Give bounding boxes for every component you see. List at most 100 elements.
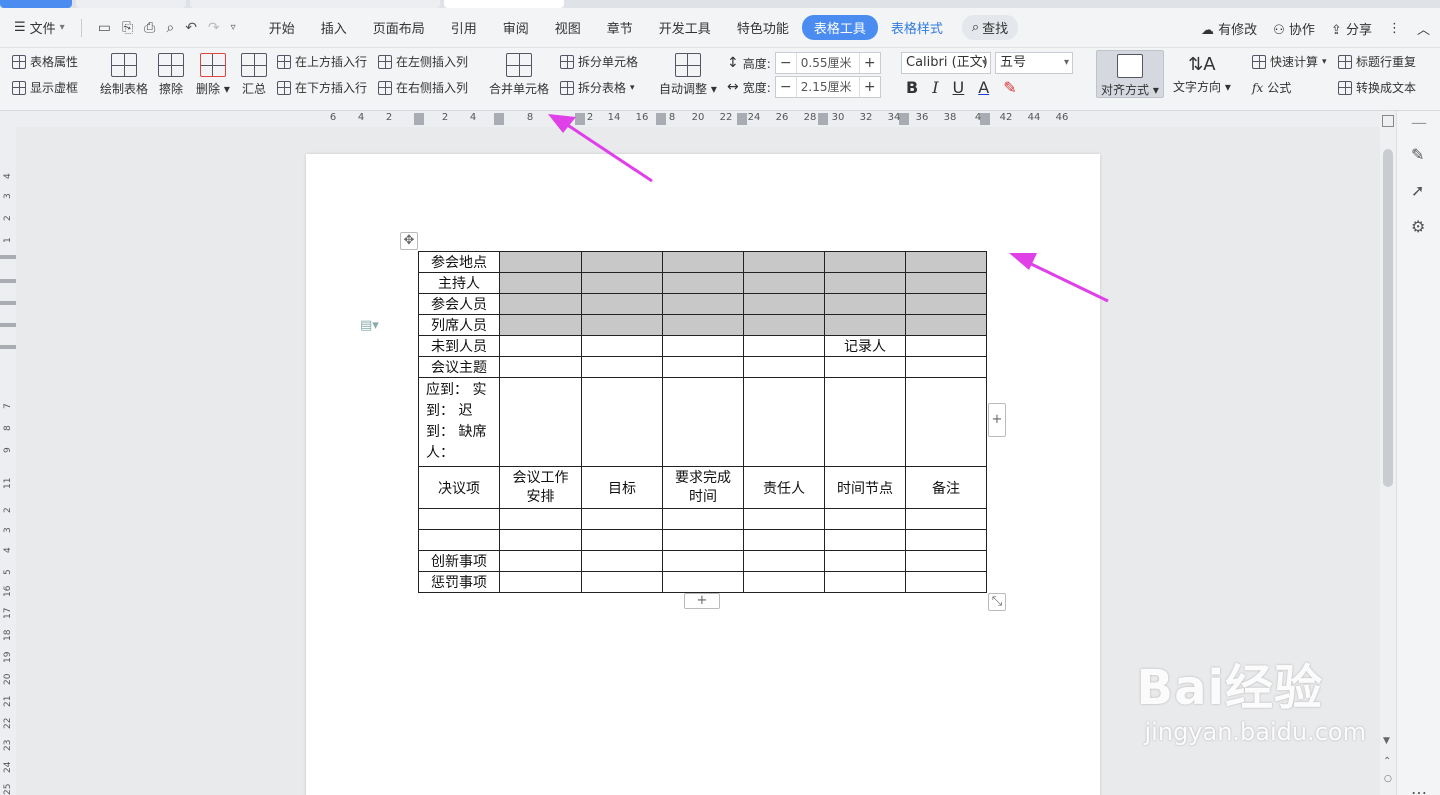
table-header-cell[interactable]: 时间节点 <box>824 466 906 509</box>
table-header-cell[interactable]: 要求完成时间 <box>662 466 744 509</box>
scroll-down-icon[interactable]: ▼ <box>1383 736 1390 746</box>
highlight-icon[interactable]: ✎ <box>1003 78 1016 97</box>
table-cell[interactable] <box>499 529 582 551</box>
file-menu[interactable]: ☰ 文件 ▾ <box>0 18 75 37</box>
col-width-value[interactable]: 2.15厘米 <box>795 77 860 97</box>
row-height-plus[interactable]: + <box>860 55 880 71</box>
table-cell[interactable] <box>499 251 582 273</box>
table-header-cell[interactable]: 会议工作安排 <box>499 466 582 509</box>
table-cell[interactable] <box>905 251 987 273</box>
table-cell[interactable]: 记录人 <box>824 335 906 357</box>
tab-references[interactable]: 引用 <box>438 18 490 37</box>
prev-page-icon[interactable]: ⌃ <box>1383 756 1391 767</box>
table-cell[interactable] <box>581 314 663 336</box>
modified-button[interactable]: ☁ 有修改 <box>1201 19 1257 38</box>
table-cell[interactable] <box>905 571 987 593</box>
tab-home[interactable]: 开始 <box>256 18 308 37</box>
table-cell[interactable] <box>743 571 825 593</box>
tab-section[interactable]: 章节 <box>594 18 646 37</box>
formula-button[interactable]: fx 公式 <box>1252 79 1291 96</box>
document-page[interactable]: ✥ ▤▾ 参会地点 主持人 参会人员 列席人员 未到人员 记录人 会议主题 应到… <box>306 154 1100 795</box>
undo-icon[interactable]: ↶ <box>185 20 197 36</box>
italic-icon[interactable]: I <box>932 78 938 97</box>
ruler-column-marker[interactable] <box>899 113 909 125</box>
scrollbar-thumb[interactable] <box>1383 149 1393 487</box>
split-cells-button[interactable]: 拆分单元格 <box>560 53 638 70</box>
ruler-column-marker[interactable] <box>414 113 424 125</box>
tab-page-layout[interactable]: 页面布局 <box>360 18 438 37</box>
quick-calc-button[interactable]: 快速计算 ▾ <box>1252 53 1327 70</box>
table-cell[interactable] <box>905 529 987 551</box>
split-table-button[interactable]: 拆分表格 ▾ <box>560 79 635 96</box>
tab-insert[interactable]: 插入 <box>308 18 360 37</box>
table-cell[interactable]: 未到人员 <box>418 335 500 357</box>
ruler-column-marker[interactable] <box>980 113 990 125</box>
table-cell[interactable]: 应到： 实到： 迟到： 缺席人： <box>418 377 500 467</box>
table-cell[interactable] <box>499 508 582 530</box>
vertical-ruler[interactable]: 43217891123451617181920212223242526 <box>0 127 16 795</box>
table-cell[interactable] <box>743 293 825 315</box>
ruler-column-marker[interactable] <box>818 113 828 125</box>
find-button[interactable]: ⌕ 查找 <box>961 15 1019 40</box>
insert-row-above-button[interactable]: 在上方插入行 <box>277 53 367 70</box>
table-cell[interactable] <box>824 571 906 593</box>
table-header-cell[interactable]: 决议项 <box>418 466 500 509</box>
font-color-icon[interactable]: A <box>978 78 989 97</box>
table-cell[interactable] <box>824 377 906 467</box>
tab-developer[interactable]: 开发工具 <box>646 18 724 37</box>
settings-sliders-icon[interactable]: ⚙ <box>1411 217 1425 236</box>
ruler-column-marker[interactable] <box>494 113 504 125</box>
table-cell[interactable]: 主持人 <box>418 272 500 294</box>
tab-review[interactable]: 审阅 <box>490 18 542 37</box>
merge-cells-button[interactable]: 合并单元格 <box>489 53 549 97</box>
print-preview-icon[interactable]: ⌕ <box>166 20 174 36</box>
tab-features[interactable]: 特色功能 <box>724 18 802 37</box>
table-properties-button[interactable]: 表格属性 <box>12 53 78 70</box>
collapse-ribbon-icon[interactable]: ︿ <box>1417 19 1430 38</box>
paragraph-icon[interactable]: ▤▾ <box>360 318 379 333</box>
customize-icon[interactable]: ▿ <box>231 22 236 33</box>
resize-table-handle[interactable]: ⤡ <box>988 593 1006 611</box>
table-cell[interactable] <box>743 508 825 530</box>
table-cell[interactable] <box>499 272 582 294</box>
table-cell[interactable] <box>499 314 582 336</box>
table-cell[interactable] <box>662 335 744 357</box>
row-height-minus[interactable]: − <box>776 55 796 71</box>
table-header-cell[interactable]: 目标 <box>581 466 663 509</box>
table-cell[interactable] <box>499 550 582 572</box>
ruler-column-marker[interactable] <box>575 113 585 125</box>
app-tab[interactable] <box>0 0 72 8</box>
table-cell[interactable] <box>905 293 987 315</box>
table-cell[interactable] <box>743 335 825 357</box>
table-cell[interactable] <box>824 356 906 378</box>
repeat-header-button[interactable]: 标题行重复 <box>1338 53 1416 70</box>
to-text-button[interactable]: 转换成文本 <box>1338 79 1416 96</box>
col-width-stepper[interactable]: − 2.15厘米 + <box>774 76 881 98</box>
insert-col-right-button[interactable]: 在右侧插入列 <box>378 79 468 96</box>
table-cell[interactable] <box>743 377 825 467</box>
table-cell[interactable] <box>824 251 906 273</box>
table-cell[interactable] <box>581 571 663 593</box>
table-cell[interactable] <box>905 314 987 336</box>
show-gridlines-button[interactable]: 显示虚框 <box>12 79 78 96</box>
font-name-select[interactable]: Calibri (正文) <box>901 52 991 74</box>
scroll-top-icon[interactable] <box>1382 115 1394 127</box>
table-cell[interactable] <box>662 550 744 572</box>
col-width-minus[interactable]: − <box>776 79 796 95</box>
print-icon[interactable]: ⎙ <box>144 20 155 36</box>
edit-pen-icon[interactable]: ✎ <box>1411 145 1424 164</box>
table-cell[interactable] <box>743 251 825 273</box>
erase-button[interactable]: 擦除 <box>158 53 184 97</box>
doc-tab-active[interactable] <box>444 0 564 8</box>
col-width-plus[interactable]: + <box>860 79 880 95</box>
insert-row-below-button[interactable]: 在下方插入行 <box>277 79 367 96</box>
collab-button[interactable]: ⚇ 协作 <box>1273 19 1315 38</box>
vertical-scrollbar[interactable]: ▼ ⌃ ○ <box>1380 111 1396 795</box>
draw-table-button[interactable]: 绘制表格 <box>100 53 148 97</box>
text-direction-button[interactable]: ⇅A 文字方向 ▾ <box>1173 54 1231 95</box>
align-button[interactable]: 对齐方式 ▾ <box>1101 54 1159 98</box>
auto-fit-button[interactable]: 自动调整 ▾ <box>659 53 717 97</box>
table-cell[interactable] <box>499 377 582 467</box>
underline-icon[interactable]: U <box>953 78 965 97</box>
tab-table-style[interactable]: 表格样式 <box>878 18 956 37</box>
